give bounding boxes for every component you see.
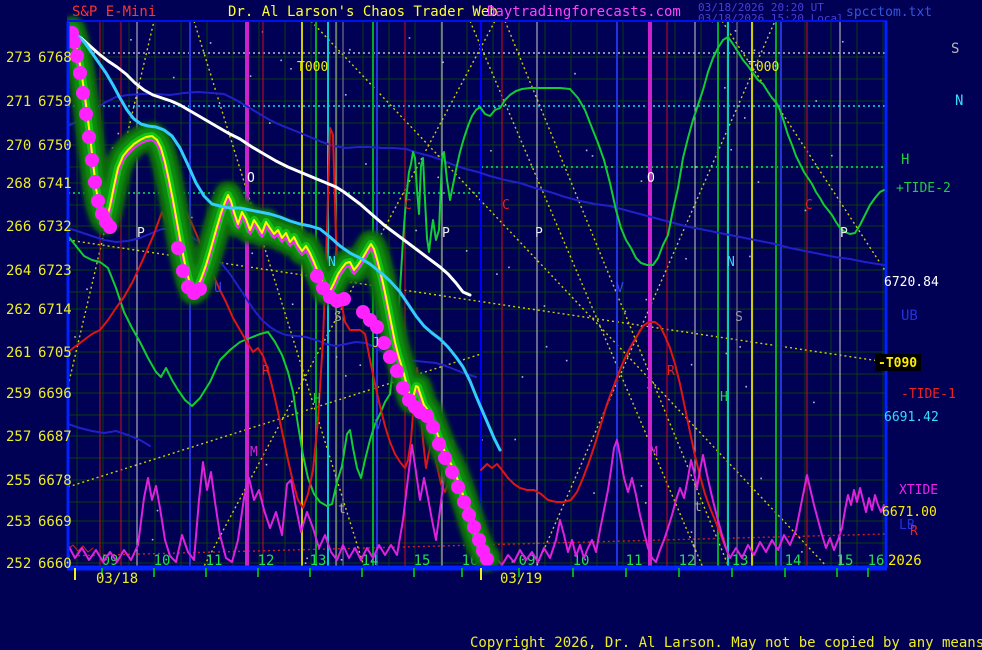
astro-letter-V: V	[616, 281, 624, 296]
astro-letter-N: N	[727, 255, 735, 270]
margin-label-+TIDE-2: +TIDE-2	[896, 181, 951, 196]
y-label-alt: 266	[6, 219, 31, 235]
y-label-price: 6732	[38, 219, 72, 235]
astro-letter-N: N	[328, 255, 336, 270]
margin-label-S: S	[951, 41, 959, 57]
y-axis-labels: 273 6768 271 6759 270 6750 268 6741 266 6732 264 67…	[6, 50, 72, 572]
margin-label-672084: 6720.84	[884, 275, 939, 290]
astro-letter-C: C	[404, 198, 412, 213]
astro-letter-P: P	[535, 226, 543, 241]
y-label-price: 6750	[38, 138, 72, 154]
y-label-alt: 252	[6, 556, 31, 572]
astro-letter-P: P	[442, 226, 450, 241]
y-label-price: 6759	[38, 94, 72, 110]
y-label-alt: 264	[6, 263, 31, 279]
y-label-alt: 268	[6, 176, 31, 192]
y-label-alt: 271	[6, 94, 31, 110]
y-label-price: 6660	[38, 556, 72, 572]
y-label-price: 6687	[38, 429, 72, 445]
y-label-price: 6723	[38, 263, 72, 279]
y-label-alt: 261	[6, 345, 31, 361]
astro-letter-R: R	[262, 364, 270, 379]
y-label-price: 6696	[38, 386, 72, 402]
margin-label--T090: -T090	[878, 356, 917, 371]
margin-label-R: R	[910, 524, 918, 539]
astro-letter-H: H	[313, 392, 321, 407]
margin-label-H: H	[901, 152, 909, 168]
chart-canvas: 0910111213141516091011121314151603/18 03/…	[0, 0, 982, 650]
astro-letter-P: P	[137, 226, 145, 241]
astro-letter-U: U	[214, 281, 222, 296]
plot-area: 09101112131415160910111213141516	[65, 21, 886, 585]
margin-label-XTIDE: XTIDE	[899, 483, 938, 498]
y-label-alt: 273	[6, 50, 31, 66]
astro-letter-J: J	[372, 336, 380, 351]
y-label-alt: 257	[6, 429, 31, 445]
astro-letter-S: S	[735, 310, 743, 325]
margin-label-669142: 6691.42	[884, 410, 939, 425]
margin-label-UB: UB	[901, 308, 918, 324]
date-label-day1: 03/18	[96, 571, 138, 587]
y-label-price: 6741	[38, 176, 72, 192]
astro-letter-V: V	[374, 418, 382, 433]
astro-letter-R: R	[667, 364, 675, 379]
y-label-price: 6714	[38, 302, 72, 318]
right-margin-labels: S N H +TIDE-2 6720.84 UB -T090 -TIDE-1 6691.42 XT…	[875, 41, 963, 569]
y-label-price: 6669	[38, 514, 72, 530]
margin-label--TIDE-1: -TIDE-1	[901, 387, 956, 402]
astro-letter-C: C	[805, 198, 813, 213]
astro-letter-M: M	[250, 445, 258, 460]
y-label-price: 6678	[38, 473, 72, 489]
astro-letter-H: H	[720, 390, 728, 405]
astro-letter-O: O	[647, 171, 655, 186]
astro-letter-T000: T000	[748, 60, 779, 75]
y-label-alt: 253	[6, 514, 31, 530]
series-blue_c	[68, 424, 150, 446]
astro-letter-C: C	[502, 198, 510, 213]
copyright-notice: Copyright 2026, Dr. Al Larson. May not b…	[470, 635, 982, 650]
margin-label-2026: 2026	[888, 553, 922, 569]
y-label-price: 6705	[38, 345, 72, 361]
y-label-price: 6768	[38, 50, 72, 66]
chaos-trader-page: S&P E-Mini Dr. Al Larson's Chaos Trader …	[0, 0, 982, 650]
astro-letter-O: O	[247, 171, 255, 186]
astro-letter-S: S	[334, 310, 342, 325]
astro-letter-M: M	[650, 445, 658, 460]
y-label-alt: 259	[6, 386, 31, 402]
astro-letter-T000: T000	[297, 60, 328, 75]
y-label-alt: 262	[6, 302, 31, 318]
series-red_tide1_d2	[481, 322, 730, 558]
astro-letter-t: t	[694, 500, 702, 515]
y-label-alt: 270	[6, 138, 31, 154]
y-label-alt: 255	[6, 473, 31, 489]
date-label-day2: 03/19	[500, 571, 542, 587]
astro-letter-t: t	[338, 502, 346, 517]
margin-label-N: N	[955, 93, 963, 109]
astro-letter-P: P	[840, 226, 848, 241]
